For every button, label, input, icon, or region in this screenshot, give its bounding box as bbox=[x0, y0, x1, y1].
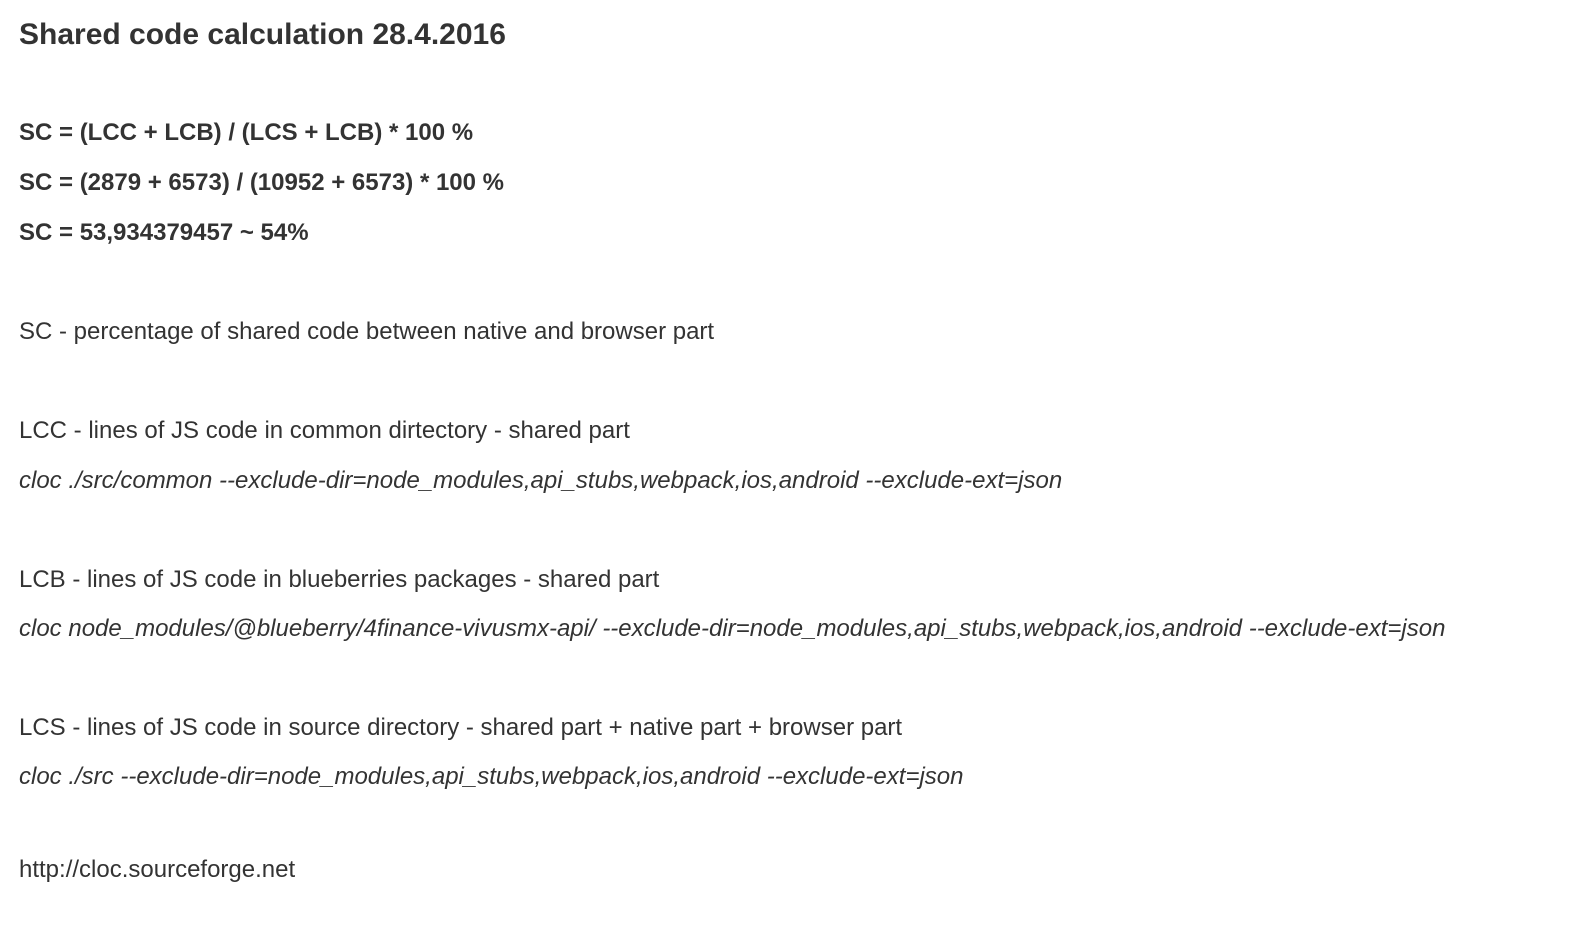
lcs-command: cloc ./src --exclude-dir=node_modules,ap… bbox=[19, 763, 964, 790]
cloc-link[interactable]: http://cloc.sourceforge.net bbox=[19, 855, 295, 885]
formula-line: SC = (LCC + LCB) / (LCS + LCB) * 100 % bbox=[19, 119, 474, 146]
formula-values: SC = (2879 + 6573) / (10952 + 6573) * 10… bbox=[19, 169, 505, 196]
lcc-command: cloc ./src/common --exclude-dir=node_mod… bbox=[19, 467, 1063, 494]
lcc-description: LCC - lines of JS code in common dirtect… bbox=[19, 417, 630, 444]
formula-result: SC = 53,934379457 ~ 54% bbox=[19, 219, 309, 246]
lcb-command: cloc node_modules/@blueberry/4finance-vi… bbox=[19, 615, 1446, 642]
page-title: Shared code calculation 28.4.2016 bbox=[19, 18, 506, 51]
lcb-description: LCB - lines of JS code in blueberries pa… bbox=[19, 566, 660, 593]
sc-description: SC - percentage of shared code between n… bbox=[19, 318, 715, 345]
lcs-description: LCS - lines of JS code in source directo… bbox=[19, 714, 903, 741]
